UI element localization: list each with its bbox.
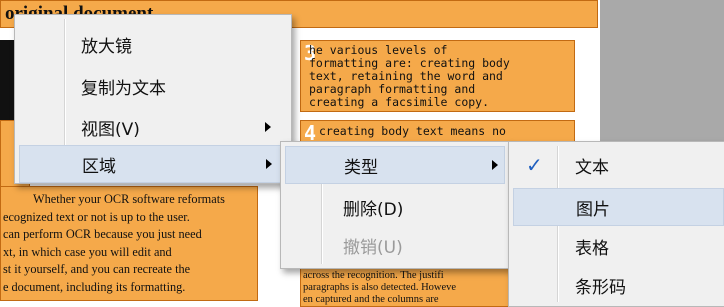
menu-item-label: 条形码 [575, 277, 626, 298]
region-4-line: creating body text means no [319, 124, 506, 138]
menu-item-label: 复制为文本 [81, 78, 166, 99]
paragraph-line: xt, in which case you will edit and [3, 244, 172, 259]
region-submenu: 类型 删除(D) 撤销(U) [280, 141, 510, 269]
context-menu: 放大镜 复制为文本 视图(V) 区域 [14, 14, 292, 184]
text-region-left-paragraph[interactable]: Whether your OCR software reformats ecog… [0, 186, 258, 301]
paragraph-line: ecognized text or not is up to the user. [3, 209, 190, 224]
menu-item-undo[interactable]: 撤销(U) [281, 226, 509, 264]
menu-item-label: 删除(D) [343, 199, 404, 220]
submenu-arrow-icon [266, 159, 272, 169]
menu-item-label: 文本 [575, 157, 609, 178]
menu-item-delete[interactable]: 删除(D) [281, 188, 509, 226]
menu-item-label: 撤销(U) [343, 237, 403, 258]
submenu-arrow-icon [265, 122, 271, 132]
menu-item-text[interactable]: ✓ 文本 [509, 146, 724, 184]
menu-item-label: 表格 [575, 238, 609, 259]
check-icon: ✓ [526, 153, 543, 177]
bottom-line: en captured and the columns are [303, 294, 439, 305]
text-region-3[interactable]: 3 he various levels of formatting are: c… [300, 40, 575, 112]
bottom-line: paragraphs is also detected. Howeve [303, 282, 457, 293]
region-3-line: creating a facsimile copy. [309, 95, 490, 109]
menu-item-barcode[interactable]: 条形码 [509, 266, 724, 304]
menu-item-label: 视图(V) [81, 119, 140, 140]
menu-item-copy-as-text[interactable]: 复制为文本 [15, 67, 291, 105]
paragraph-line: st it yourself, and you can recreate the [3, 262, 191, 276]
menu-item-label: 区域 [82, 156, 116, 177]
menu-item-label: 放大镜 [81, 36, 132, 57]
menu-item-label: 图片 [576, 199, 610, 220]
submenu-arrow-icon [492, 160, 498, 170]
menu-item-table[interactable]: 表格 [509, 227, 724, 265]
menu-item-label: 类型 [344, 157, 378, 178]
paragraph-line: e document, including its formatting. [3, 279, 186, 294]
menu-item-type[interactable]: 类型 [285, 146, 505, 184]
text-region-bottom-right[interactable]: across the recognition. The justifi para… [300, 268, 512, 307]
menu-item-region[interactable]: 区域 [19, 145, 287, 183]
bottom-line: across the recognition. The justifi [303, 270, 444, 281]
type-submenu: ✓ 文本 图片 表格 条形码 [508, 141, 724, 307]
menu-item-picture[interactable]: 图片 [513, 188, 724, 226]
paragraph-line: Whether your OCR software reformats [33, 192, 225, 206]
menu-item-magnifier[interactable]: 放大镜 [15, 25, 291, 63]
paragraph-line: can perform OCR because you just need [3, 227, 202, 241]
menu-item-view[interactable]: 视图(V) [15, 108, 291, 146]
